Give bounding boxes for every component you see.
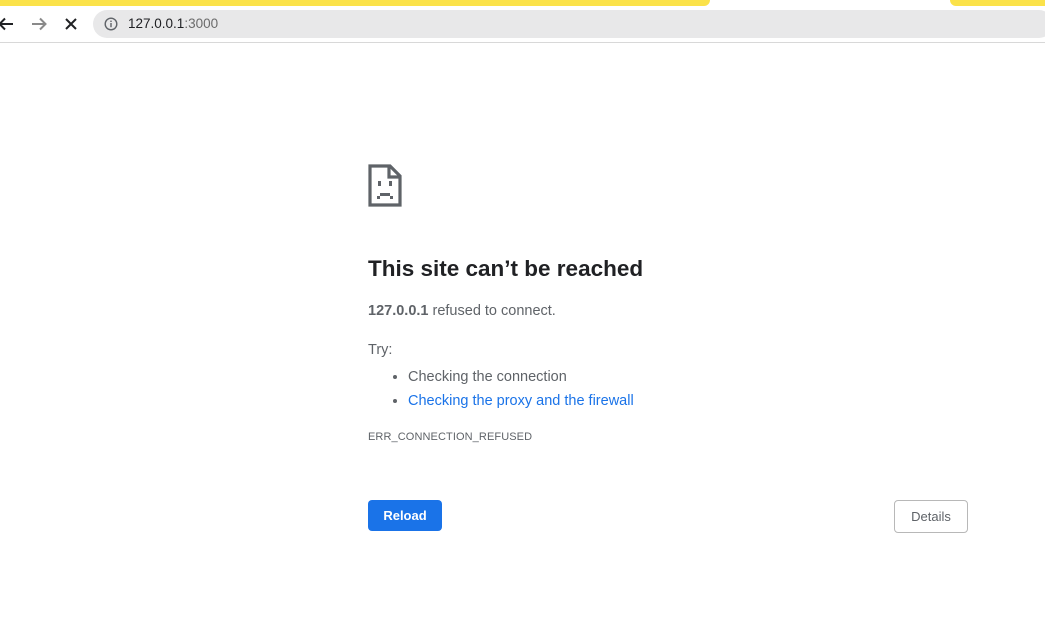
page-title: This site can’t be reached	[368, 256, 644, 281]
back-button[interactable]	[0, 12, 18, 36]
url-port: :3000	[184, 16, 219, 31]
error-host: 127.0.0.1	[368, 303, 429, 319]
check-proxy-firewall-link[interactable]: Checking the proxy and the firewall	[408, 393, 634, 409]
address-bar[interactable]: 127.0.0.1:3000	[93, 10, 1045, 38]
stop-x-icon	[65, 18, 77, 30]
back-arrow-icon	[0, 17, 13, 31]
stop-button[interactable]	[59, 12, 83, 36]
error-code: ERR_CONNECTION_REFUSED	[368, 431, 533, 443]
details-button[interactable]: Details	[894, 500, 968, 533]
url-text[interactable]: 127.0.0.1:3000	[128, 16, 218, 32]
info-icon[interactable]	[104, 17, 118, 31]
error-summary-text: refused to connect.	[428, 303, 556, 319]
forward-button[interactable]	[27, 12, 51, 36]
error-summary: 127.0.0.1 refused to connect.	[368, 303, 556, 319]
browser-toolbar: 127.0.0.1:3000	[0, 6, 1045, 43]
reload-button[interactable]: Reload	[368, 500, 442, 531]
suggestion-check-proxy: Checking the proxy and the firewall	[408, 389, 634, 413]
forward-arrow-icon	[32, 17, 47, 31]
try-label: Try:	[368, 342, 393, 358]
sad-document-icon	[368, 164, 402, 207]
suggestion-check-connection: Checking the connection	[408, 365, 634, 389]
url-host: 127.0.0.1	[128, 16, 185, 31]
suggestions-list: Checking the connection Checking the pro…	[368, 365, 634, 413]
suggestion-text: Checking the connection	[408, 369, 567, 385]
